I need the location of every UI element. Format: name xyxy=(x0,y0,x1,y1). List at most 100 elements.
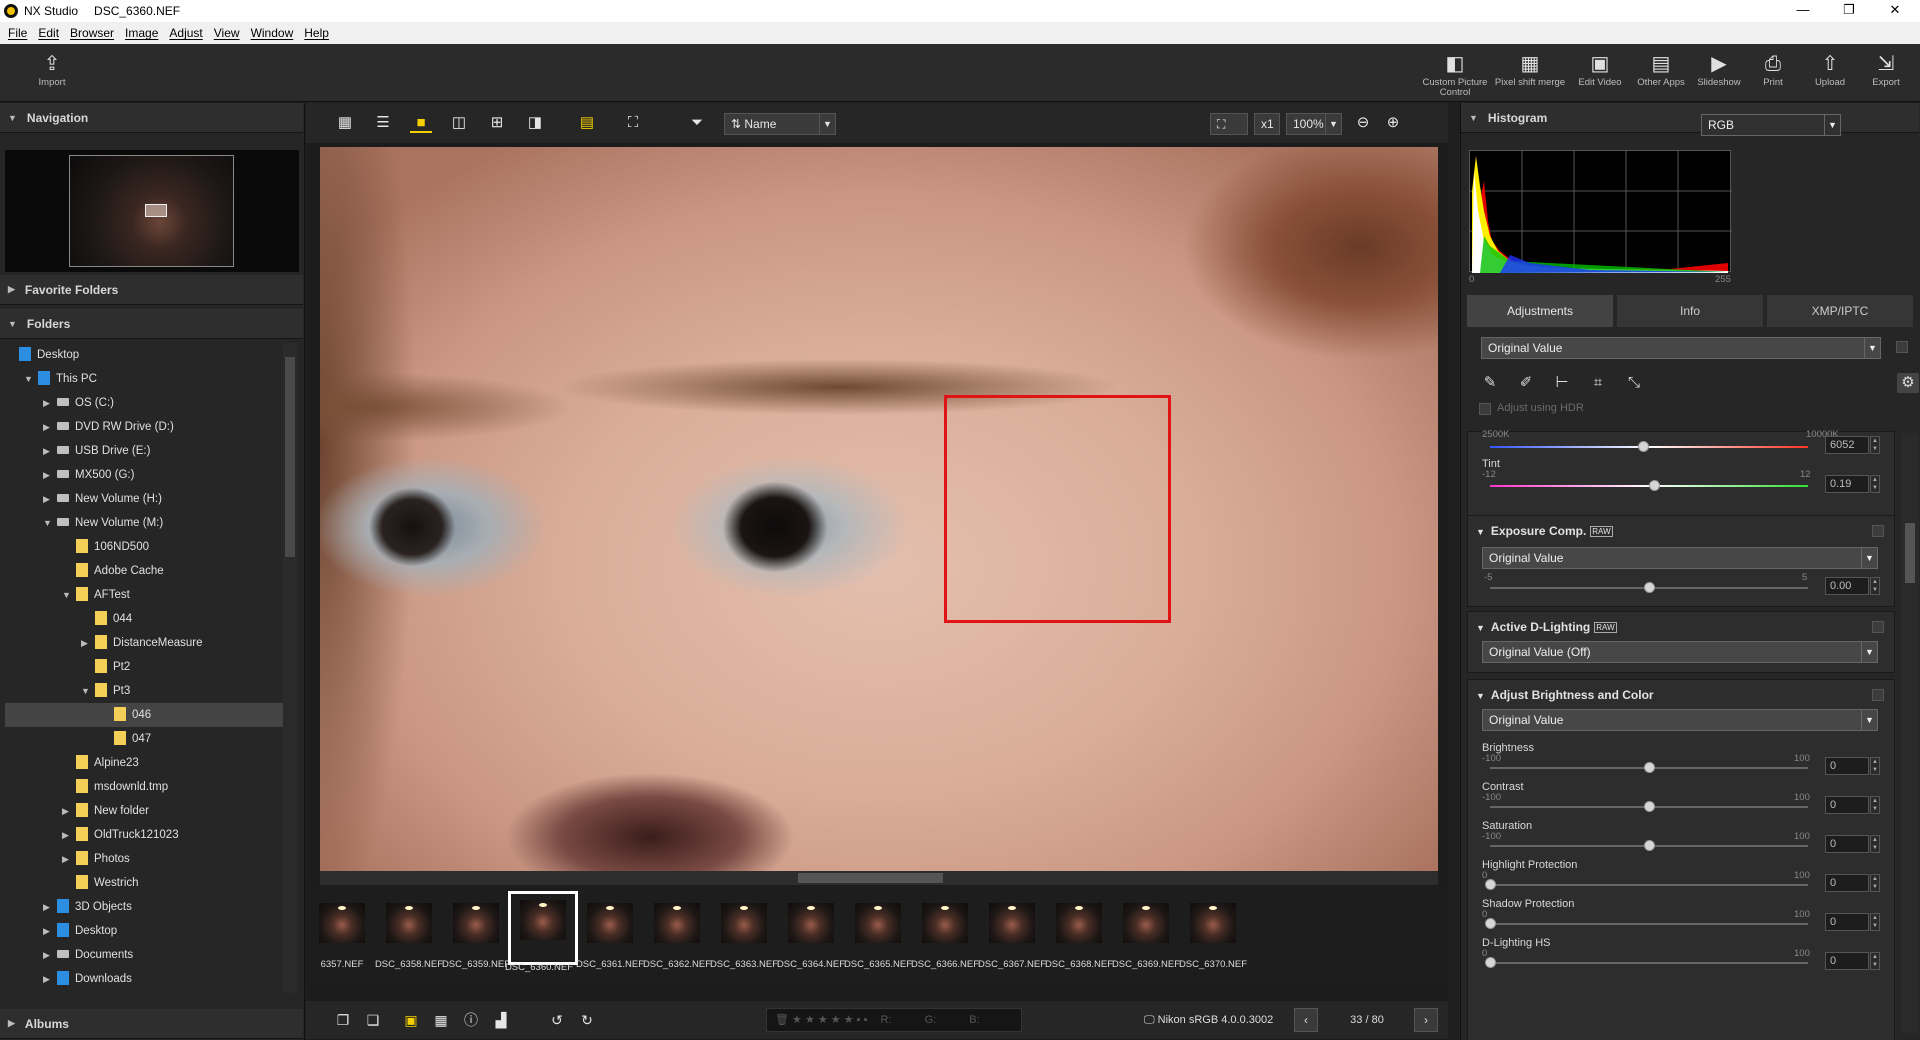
thumbnail-grid-icon[interactable]: ▦ xyxy=(334,113,356,133)
folder-tree-item[interactable]: Pt2 xyxy=(5,655,283,679)
expand-icon[interactable]: ▶ xyxy=(43,463,57,487)
folder-tree-item[interactable]: ▼ AFTest xyxy=(5,583,283,607)
slider-track[interactable] xyxy=(1490,923,1808,925)
filmstrip-thumbnail[interactable]: DSC_6363.NEF xyxy=(710,897,778,975)
slider-knob[interactable] xyxy=(1644,762,1655,773)
slider-knob[interactable] xyxy=(1485,879,1496,890)
upload-button[interactable]: ⇧ Upload xyxy=(1808,50,1852,88)
tab-adjustments[interactable]: Adjustments xyxy=(1467,295,1613,327)
close-button[interactable]: ✕ xyxy=(1872,0,1918,22)
wb-slider-track[interactable] xyxy=(1490,446,1808,448)
menu-image[interactable]: Image xyxy=(125,26,158,40)
filmstrip-thumbnail[interactable]: DSC_6368.NEF xyxy=(1045,897,1113,975)
info-icon[interactable]: ⓘ xyxy=(460,1010,482,1030)
slider-value[interactable]: 0 xyxy=(1825,835,1869,853)
export-button[interactable]: ⇲ Export xyxy=(1864,50,1908,88)
folder-tree-item[interactable]: Adobe Cache xyxy=(5,559,283,583)
sort-dropdown[interactable]: ⇅ Name ▼ xyxy=(724,113,836,135)
hdr-checkbox[interactable] xyxy=(1479,403,1491,415)
zoom-in-icon[interactable]: ⊕ xyxy=(1382,113,1404,133)
print-button[interactable]: ⎙ Print xyxy=(1756,50,1790,88)
navigation-viewport-box[interactable] xyxy=(145,204,167,217)
collapse-icon[interactable]: ▼ xyxy=(24,367,38,391)
slider-knob[interactable] xyxy=(1644,801,1655,812)
folder-tree-item[interactable]: ▶ OS (C:) xyxy=(5,391,283,415)
folder-tree-item[interactable]: ▶ New folder xyxy=(5,799,283,823)
rotate-left-icon[interactable]: ↺ xyxy=(546,1010,568,1030)
grid-overlay-icon[interactable]: ▦ xyxy=(430,1010,452,1030)
stack-icon[interactable]: ❐ xyxy=(332,1010,354,1030)
filmstrip-thumbnail[interactable]: DSC_6367.NEF xyxy=(978,897,1046,975)
folder-tree-item[interactable]: ▶ Downloads xyxy=(5,967,283,991)
photo-horizontal-scrollbar[interactable] xyxy=(320,871,1438,885)
custom-picture-control-button[interactable]: ◧ Custom Picture Control xyxy=(1422,50,1488,98)
filmstrip-thumbnail[interactable]: DSC_6369.NEF xyxy=(1112,897,1180,975)
adjustments-checkbox[interactable] xyxy=(1896,341,1908,353)
minimize-button[interactable]: — xyxy=(1780,0,1826,22)
settings-gear-icon[interactable]: ⚙ xyxy=(1897,373,1919,393)
favorite-folders-header[interactable]: ▶ Favorite Folders xyxy=(0,275,303,305)
folder-tree-item[interactable]: ▶ Documents xyxy=(5,943,283,967)
filter-icon[interactable]: ⏷ xyxy=(686,113,708,133)
expand-icon[interactable]: ▶ xyxy=(43,415,57,439)
next-image-button[interactable]: › xyxy=(1414,1008,1438,1032)
folder-tree-item[interactable]: ▶ Photos xyxy=(5,847,283,871)
folder-tree-item[interactable]: ▶ MX500 (G:) xyxy=(5,463,283,487)
exposure-spinner[interactable]: ▲ ▼ xyxy=(1870,577,1880,595)
expand-icon[interactable]: ▶ xyxy=(62,847,76,871)
zoom-dropdown[interactable]: 100% ▼ xyxy=(1286,113,1342,135)
folder-tree-item[interactable]: 047 xyxy=(5,727,283,751)
collapse-icon[interactable]: ▼ xyxy=(81,679,95,703)
filmstrip-thumbnail[interactable]: DSC_6366.NEF xyxy=(911,897,979,975)
adjustment-preset-dropdown[interactable]: Original Value ▼ xyxy=(1481,337,1881,359)
pixel-shift-merge-button[interactable]: ▦ Pixel shift merge xyxy=(1494,50,1566,88)
slider-spinner[interactable]: ▲ ▼ xyxy=(1870,952,1880,970)
folder-tree-scrollbar[interactable] xyxy=(283,343,297,993)
folder-tree-item[interactable]: Westrich xyxy=(5,871,283,895)
focus-point-icon[interactable]: ▣ xyxy=(400,1010,422,1030)
exposure-comp-header[interactable]: ▼ Exposure Comp. RAW xyxy=(1476,524,1613,538)
slider-knob[interactable] xyxy=(1644,840,1655,851)
expand-icon[interactable]: ▶ xyxy=(43,895,57,919)
thumbnail-list-icon[interactable]: ☰ xyxy=(372,113,394,133)
folder-tree-item[interactable]: msdownld.tmp xyxy=(5,775,283,799)
expand-icon[interactable]: ▶ xyxy=(43,967,57,991)
filmstrip-thumbnail[interactable]: DSC_6362.NEF xyxy=(643,897,711,975)
tint-spinner[interactable]: ▲ ▼ xyxy=(1870,475,1880,493)
albums-header[interactable]: ▶ Albums xyxy=(0,1009,303,1039)
expand-icon[interactable]: ▶ xyxy=(43,439,57,463)
folder-tree-item[interactable]: ▼ New Volume (M:) xyxy=(5,511,283,535)
abc-preset-dropdown[interactable]: Original Value ▼ xyxy=(1482,709,1878,731)
active-d-lighting-header[interactable]: ▼ Active D-Lighting RAW xyxy=(1476,620,1617,634)
exposure-checkbox[interactable] xyxy=(1872,525,1884,537)
filmstrip-thumbnail[interactable]: DSC_6359.NEF xyxy=(442,897,510,975)
straighten-icon[interactable]: ⊢ xyxy=(1551,373,1573,393)
exposure-value[interactable]: 0.00 xyxy=(1825,577,1869,595)
folder-tree-item[interactable]: ▶ New Volume (H:) xyxy=(5,487,283,511)
expand-icon[interactable]: ▶ xyxy=(81,631,95,655)
slider-value[interactable]: 0 xyxy=(1825,913,1869,931)
restore-button[interactable]: ❐ xyxy=(1826,0,1872,22)
import-button[interactable]: ⇪ Import xyxy=(30,50,74,88)
retouch-brush-icon[interactable]: ✐ xyxy=(1515,373,1537,393)
folder-tree-item[interactable]: Desktop xyxy=(5,343,283,367)
fit-screen-button[interactable]: ⛶ xyxy=(1210,113,1248,135)
slider-spinner[interactable]: ▲ ▼ xyxy=(1870,757,1880,775)
slider-track[interactable] xyxy=(1490,884,1808,886)
slider-value[interactable]: 0 xyxy=(1825,874,1869,892)
stack-expand-icon[interactable]: ❏ xyxy=(362,1010,384,1030)
folder-tree-item[interactable]: 106ND500 xyxy=(5,535,283,559)
expand-icon[interactable]: ▶ xyxy=(62,799,76,823)
tint-value[interactable]: 0.19 xyxy=(1825,475,1869,493)
expand-icon[interactable]: ▶ xyxy=(43,943,57,967)
slider-spinner[interactable]: ▲ ▼ xyxy=(1870,913,1880,931)
tint-slider-knob[interactable] xyxy=(1649,480,1660,491)
folder-tree-item[interactable]: ▶ DistanceMeasure xyxy=(5,631,283,655)
adjustments-scrollbar[interactable] xyxy=(1901,433,1919,1033)
exposure-slider-knob[interactable] xyxy=(1644,582,1655,593)
folder-tree-item[interactable]: ▼ Pt3 xyxy=(5,679,283,703)
slider-knob[interactable] xyxy=(1485,957,1496,968)
collapse-icon[interactable]: ▼ xyxy=(43,511,57,535)
menu-browser[interactable]: Browser xyxy=(70,26,114,40)
crop-icon[interactable]: ⌗ xyxy=(1587,373,1609,393)
